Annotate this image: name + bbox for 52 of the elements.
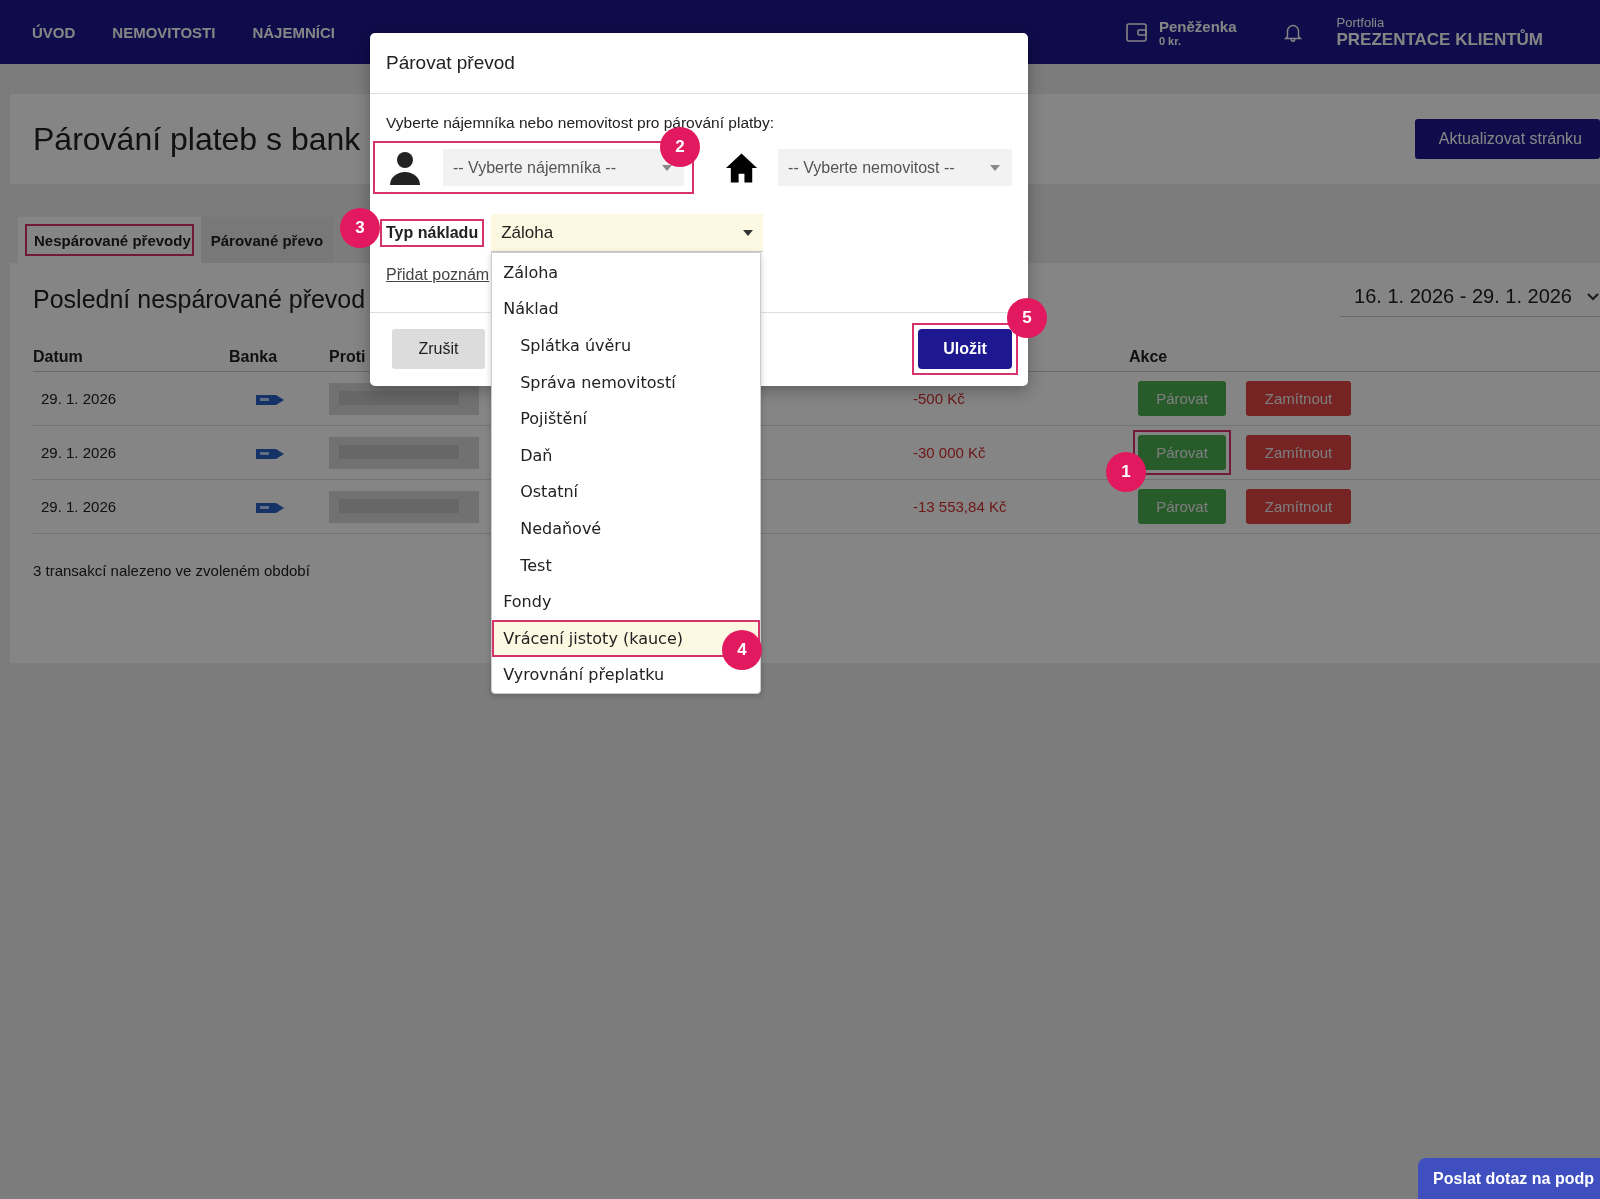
nav-link[interactable]: NEMOVITOSTI [112,23,216,41]
table-cell: 29. 1. 2026 [41,444,117,461]
amount-cell: -500 Kč [913,390,965,407]
caret-icon [662,164,672,171]
cancel-button[interactable]: Zrušit [392,329,485,369]
wallet-icon [1124,20,1149,44]
dropdown-option[interactable]: Správa nemovitostí [492,363,761,401]
dropdown-option[interactable]: Fondy [492,583,761,620]
portfolio-name[interactable]: PREZENTACE KLIENTŮM [1336,29,1543,50]
save-button[interactable]: Uložit [918,329,1012,369]
amount-cell: -13 553,84 Kč [913,498,1007,515]
bank-flag-icon [255,393,285,407]
person-icon [389,150,421,185]
section-title: Poslední nespárované převod [33,284,366,314]
cost-type-select[interactable]: Záloha [491,214,764,252]
dropdown-option[interactable]: Náklad [492,290,761,328]
property-select[interactable]: -- Vyberte nemovitost -- [778,149,1012,186]
refresh-button[interactable]: Aktualizovat stránku [1414,119,1600,159]
dropdown-option[interactable]: Test [492,546,761,584]
portfolio-caption: Portfolia [1336,14,1386,30]
dropdown-option[interactable]: Ostatní [492,473,761,511]
support-button[interactable]: Poslat dotaz na podp [1418,1158,1600,1199]
table-cell: 29. 1. 2026 [41,498,117,515]
tab[interactable]: Nespárované převody [18,217,201,263]
dropdown-option[interactable]: Nedaňové [492,510,761,547]
nav-link[interactable]: ÚVOD [32,23,76,41]
bank-flag-icon [255,447,285,461]
field-label: Typ nákladu [380,219,485,247]
bank-flag-icon [255,501,285,515]
nav-link[interactable]: NÁJEMNÍCI [252,23,335,41]
house-icon [725,151,759,184]
column-header: Proti [329,348,366,365]
dropdown-option[interactable]: Daň [492,436,761,474]
dropdown-option[interactable]: Pojištění [492,400,761,437]
dropdown-option[interactable]: Záloha [492,254,761,291]
wallet-balance: 0 kr. [1158,34,1182,47]
step-marker: 3 [340,208,380,248]
dialog-title: Párovat převod [370,33,1028,94]
table-cell: 29. 1. 2026 [41,390,117,407]
column-header: Datum [33,348,83,365]
tab[interactable]: Párované převo [200,217,334,263]
page-title: Párování plateb s bank [33,120,361,158]
add-note-link[interactable]: Přidat poznám [386,266,490,284]
caret-icon [990,164,1000,171]
date-range-picker[interactable]: 16. 1. 2026 - 29. 1. 2026 [1340,281,1600,317]
result-summary: 3 transakcí nalezeno ve zvoleném období [33,562,310,579]
wallet-label[interactable]: Peněženka [1158,17,1237,35]
caret-icon [743,229,754,236]
column-header: Banka [229,348,278,365]
amount-cell: -30 000 Kč [913,444,986,461]
dropdown-option[interactable]: Splátka úvěru [492,327,761,364]
column-header: Akce [1129,348,1168,365]
